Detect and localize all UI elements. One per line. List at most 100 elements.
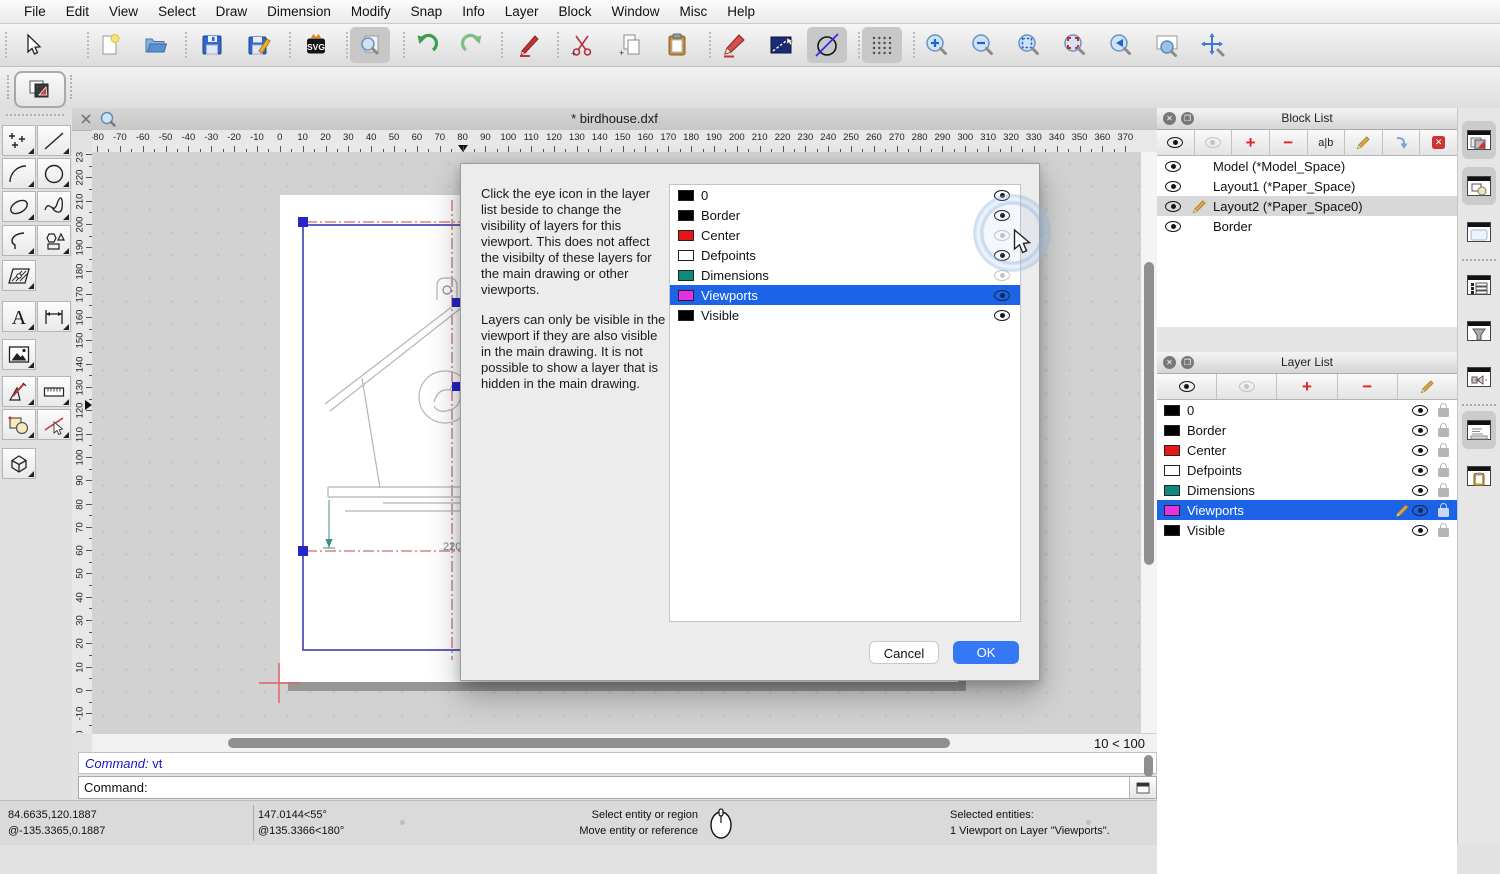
unlock-icon[interactable] — [1438, 403, 1449, 418]
selection-filter-toggle-button[interactable] — [1462, 312, 1496, 350]
dialog-layer-row[interactable]: Border — [670, 205, 1020, 225]
modify-tool-button[interactable] — [2, 409, 36, 440]
unlock-icon[interactable] — [1438, 503, 1449, 518]
insert-block-button[interactable] — [1383, 130, 1421, 155]
pen-button[interactable] — [509, 27, 549, 63]
dialog-layer-row[interactable]: Viewports — [670, 285, 1020, 305]
zoom-in-button[interactable] — [917, 27, 957, 63]
shapes-tool-button[interactable] — [37, 225, 71, 256]
paste-button[interactable] — [657, 27, 697, 63]
library-browser-toggle-button[interactable] — [1462, 266, 1496, 304]
zoom-previous-button[interactable] — [1101, 27, 1141, 63]
add-block-button[interactable]: + — [1232, 130, 1270, 155]
show-all-blocks-button[interactable] — [1157, 130, 1195, 155]
dimension-tool-button[interactable] — [37, 301, 71, 332]
remove-block-button[interactable]: − — [1270, 130, 1308, 155]
zoom-window-button[interactable] — [1055, 27, 1095, 63]
edit-entity-button[interactable] — [714, 27, 754, 63]
layer-row[interactable]: Defpoints — [1157, 460, 1457, 480]
text-tool-button[interactable]: A — [2, 301, 36, 332]
zoom-pan-button[interactable] — [1193, 27, 1233, 63]
layer-list-toggle-button[interactable] — [1462, 121, 1496, 159]
command-history[interactable]: Command: vt — [78, 752, 1157, 774]
grid-toggle-button[interactable] — [862, 27, 902, 63]
menu-file[interactable]: File — [14, 4, 56, 19]
dialog-layer-row[interactable]: Defpoints — [670, 245, 1020, 265]
block-list-toggle-button[interactable] — [1462, 167, 1496, 205]
hide-all-layers-button[interactable] — [1217, 374, 1277, 399]
eye-open-icon[interactable] — [1165, 201, 1181, 212]
eye-open-icon[interactable] — [1165, 221, 1181, 232]
toolbar-handle[interactable] — [70, 75, 75, 99]
block-row[interactable]: Model (*Model_Space) — [1157, 156, 1457, 176]
menu-dimension[interactable]: Dimension — [257, 4, 341, 19]
zoom-select-window-button[interactable] — [1147, 27, 1187, 63]
menu-info[interactable]: Info — [452, 4, 495, 19]
menu-block[interactable]: Block — [549, 4, 602, 19]
canvas-vertical-scrollbar[interactable] — [1140, 152, 1157, 733]
layer-row[interactable]: Border — [1157, 420, 1457, 440]
menu-draw[interactable]: Draw — [206, 4, 258, 19]
save-button[interactable] — [192, 27, 232, 63]
command-input[interactable] — [152, 778, 1125, 798]
save-as-button[interactable] — [239, 27, 279, 63]
viewport-panel-toggle-button[interactable] — [1462, 213, 1496, 251]
dialog-layer-row[interactable]: Center — [670, 225, 1020, 245]
menu-view[interactable]: View — [99, 4, 148, 19]
layer-row[interactable]: Viewports — [1157, 500, 1457, 520]
add-layer-button[interactable]: + — [1277, 374, 1337, 399]
menu-select[interactable]: Select — [148, 4, 206, 19]
layer-row[interactable]: Center — [1157, 440, 1457, 460]
menu-misc[interactable]: Misc — [670, 4, 718, 19]
eye-open-icon[interactable] — [1412, 505, 1428, 516]
block-row[interactable]: Border — [1157, 216, 1457, 236]
eye-open-icon[interactable] — [1412, 525, 1428, 536]
ellipse-tool-button[interactable] — [2, 191, 36, 222]
viewport-creator-toggle-button[interactable] — [1462, 358, 1496, 396]
eye-open-icon[interactable] — [1412, 465, 1428, 476]
block-row[interactable]: Layout1 (*Paper_Space) — [1157, 176, 1457, 196]
menu-snap[interactable]: Snap — [401, 4, 453, 19]
block-row[interactable]: Layout2 (*Paper_Space0) — [1157, 196, 1457, 216]
command-line-toggle-button[interactable] — [1462, 411, 1496, 449]
line-tool-button[interactable] — [37, 125, 71, 156]
cut-button[interactable]: + — [562, 27, 602, 63]
eye-open-icon[interactable] — [994, 310, 1010, 321]
zoom-auto-button[interactable] — [1009, 27, 1049, 63]
history-scrollbar-thumb[interactable] — [1144, 755, 1153, 777]
solid-tool-button[interactable] — [2, 448, 36, 479]
unlock-icon[interactable] — [1438, 463, 1449, 478]
unlock-icon[interactable] — [1438, 523, 1449, 538]
edit-layer-button[interactable] — [1398, 374, 1457, 399]
menu-layer[interactable]: Layer — [495, 4, 549, 19]
layer-row[interactable]: 0 — [1157, 400, 1457, 420]
undo-button[interactable] — [406, 27, 446, 63]
scrollbar-thumb[interactable] — [1144, 262, 1154, 565]
menu-window[interactable]: Window — [602, 4, 670, 19]
delete-block-button[interactable]: ✕ — [1420, 130, 1457, 155]
edit-block-button[interactable] — [1345, 130, 1383, 155]
image-tool-button[interactable] — [2, 339, 36, 370]
spline-tool-button[interactable] — [37, 191, 71, 222]
copy-button[interactable]: + — [610, 27, 650, 63]
menu-help[interactable]: Help — [717, 4, 765, 19]
menu-edit[interactable]: Edit — [56, 4, 99, 19]
dialog-layer-row[interactable]: 0 — [670, 185, 1020, 205]
print-preview-button[interactable] — [350, 27, 390, 63]
export-svg-button[interactable]: SVG — [296, 27, 336, 63]
polyline-tool-button[interactable] — [2, 225, 36, 256]
unlock-icon[interactable] — [1438, 483, 1449, 498]
unlock-icon[interactable] — [1438, 423, 1449, 438]
cancel-button[interactable]: Cancel — [869, 641, 939, 664]
eye-open-icon[interactable] — [1412, 445, 1428, 456]
unlock-icon[interactable] — [1438, 443, 1449, 458]
redo-button[interactable] — [453, 27, 493, 63]
dialog-layer-row[interactable]: Dimensions — [670, 265, 1020, 285]
eye-open-icon[interactable] — [1412, 425, 1428, 436]
measure-tool-button[interactable] — [37, 376, 71, 407]
rename-block-button[interactable]: a|b — [1308, 130, 1346, 155]
eye-open-icon[interactable] — [1165, 181, 1181, 192]
menu-modify[interactable]: Modify — [341, 4, 401, 19]
zoom-out-button[interactable] — [963, 27, 1003, 63]
select-pointer-button[interactable] — [12, 27, 52, 63]
